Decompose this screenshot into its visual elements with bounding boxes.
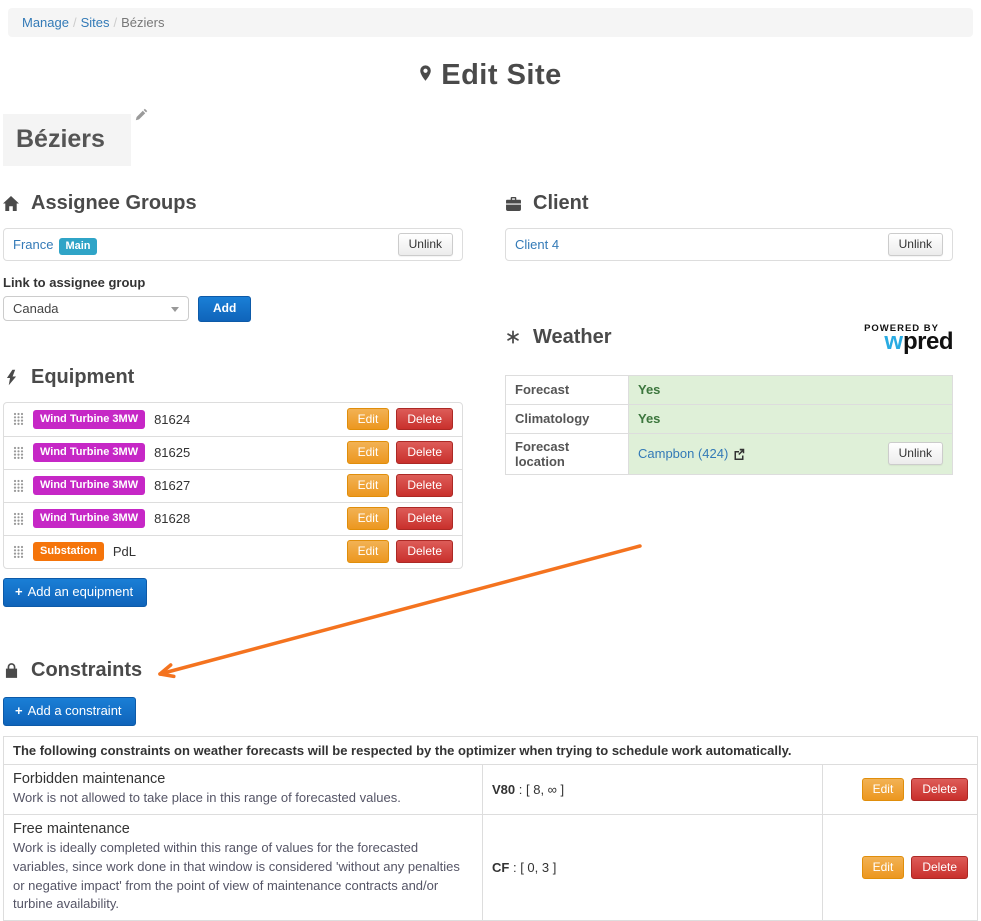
constraints-table-header-row: The following constraints on weather for… <box>4 736 978 764</box>
breadcrumb-active: Béziers <box>121 15 164 30</box>
breadcrumb: Manage/Sites/Béziers <box>8 8 973 37</box>
breadcrumb-link-sites[interactable]: Sites <box>81 15 110 30</box>
weather-row-label: Climatology <box>506 404 629 433</box>
forecast-location-link[interactable]: Campbon (424) <box>638 446 728 461</box>
add-equipment-button[interactable]: +Add an equipment <box>3 578 147 607</box>
drag-handle-icon[interactable] <box>13 479 24 493</box>
weather-row-climatology: Climatology Yes <box>506 404 953 433</box>
equipment-row: Wind Turbine 3MW 81624 Edit Delete <box>4 403 462 436</box>
assignee-group-select[interactable]: Canada <box>3 296 189 321</box>
delete-button[interactable]: Delete <box>396 540 453 563</box>
weather-table: Forecast Yes Climatology Yes Forecast lo… <box>505 375 953 475</box>
unlink-button[interactable]: Unlink <box>888 233 943 256</box>
constraint-row: Forbidden maintenance Work is not allowe… <box>4 764 978 814</box>
add-assignee-group-button[interactable]: Add <box>198 296 251 322</box>
drag-handle-icon[interactable] <box>13 446 24 460</box>
page-title: Edit Site <box>0 57 981 92</box>
constraints-table: The following constraints on weather for… <box>3 736 978 921</box>
breadcrumb-separator: / <box>73 15 77 30</box>
weather-row-value: Yes <box>638 382 660 397</box>
lock-icon <box>3 663 19 678</box>
client-link[interactable]: Client 4 <box>515 237 559 252</box>
client-item: Client 4 Unlink <box>505 228 953 261</box>
breadcrumb-link-manage[interactable]: Manage <box>22 15 69 30</box>
delete-button[interactable]: Delete <box>911 778 968 801</box>
constraint-value: V80 : [ 8, ∞ ] <box>483 764 823 814</box>
delete-button[interactable]: Delete <box>396 474 453 497</box>
section-client: Client Client 4 Unlink <box>505 192 953 261</box>
weather-row-forecast-location: Forecast location Campbon (424) Unlink <box>506 433 953 474</box>
equipment-name: 81628 <box>154 511 338 526</box>
drag-handle-icon[interactable] <box>13 412 24 426</box>
edit-button[interactable]: Edit <box>347 441 390 464</box>
constraint-description: Work is ideally completed within this ra… <box>13 839 473 914</box>
add-constraint-button[interactable]: +Add a constraint <box>3 697 136 726</box>
edit-button[interactable]: Edit <box>347 474 390 497</box>
equipment-title: Equipment <box>3 366 463 389</box>
edit-button[interactable]: Edit <box>862 778 905 801</box>
drag-handle-icon[interactable] <box>13 545 24 559</box>
equipment-type-badge: Wind Turbine 3MW <box>33 410 145 429</box>
section-assignee-groups: Assignee Groups France Main Unlink Link t… <box>3 192 463 322</box>
client-title: Client <box>505 192 953 215</box>
plus-icon: + <box>15 584 23 599</box>
equipment-type-badge: Substation <box>33 542 104 561</box>
delete-button[interactable]: Delete <box>911 856 968 879</box>
assignee-group-link[interactable]: France <box>13 237 53 252</box>
breadcrumb-separator: / <box>114 15 118 30</box>
constraint-name: Free maintenance <box>13 821 473 837</box>
main-badge: Main <box>59 238 96 255</box>
unlink-button[interactable]: Unlink <box>398 233 453 256</box>
constraint-row: Free maintenance Work is ideally complet… <box>4 814 978 920</box>
wpred-logo: POWERED BY wpred <box>864 324 953 355</box>
equipment-name: 81627 <box>154 478 338 493</box>
asterisk-icon <box>505 330 521 344</box>
constraint-description: Work is not allowed to take place in thi… <box>13 789 473 808</box>
constraint-name: Forbidden maintenance <box>13 771 473 787</box>
constraints-title: Constraints <box>3 659 981 682</box>
weather-title: Weather <box>505 326 864 349</box>
external-link-icon[interactable] <box>733 448 745 460</box>
chevron-down-icon <box>171 307 179 312</box>
delete-button[interactable]: Delete <box>396 507 453 530</box>
section-equipment: Equipment Wind Turbine 3MW 81624 Edit De… <box>3 366 463 607</box>
weather-row-label: Forecast <box>506 375 629 404</box>
weather-row-forecast: Forecast Yes <box>506 375 953 404</box>
equipment-name: PdL <box>113 544 338 559</box>
delete-button[interactable]: Delete <box>396 441 453 464</box>
link-to-assignee-group-label: Link to assignee group <box>3 275 463 290</box>
edit-button[interactable]: Edit <box>347 507 390 530</box>
edit-button[interactable]: Edit <box>347 540 390 563</box>
edit-button[interactable]: Edit <box>347 408 390 431</box>
unlink-button[interactable]: Unlink <box>888 442 943 465</box>
equipment-row: Substation PdL Edit Delete <box>4 535 462 568</box>
plus-icon: + <box>15 703 23 718</box>
flash-icon <box>3 369 19 386</box>
drag-handle-icon[interactable] <box>13 512 24 526</box>
edit-button[interactable]: Edit <box>862 856 905 879</box>
section-constraints: Constraints +Add a constraint The follow… <box>0 659 981 921</box>
equipment-list: Wind Turbine 3MW 81624 Edit Delete Wind … <box>3 402 463 569</box>
equipment-type-badge: Wind Turbine 3MW <box>33 476 145 495</box>
equipment-name: 81625 <box>154 445 338 460</box>
constraint-value: CF : [ 0, 3 ] <box>483 814 823 920</box>
equipment-type-badge: Wind Turbine 3MW <box>33 443 145 462</box>
equipment-row: Wind Turbine 3MW 81627 Edit Delete <box>4 469 462 502</box>
equipment-name: 81624 <box>154 412 338 427</box>
weather-row-label: Forecast location <box>506 433 629 474</box>
map-marker-icon <box>419 57 432 90</box>
pencil-icon[interactable] <box>135 108 148 124</box>
briefcase-icon <box>505 197 521 211</box>
section-weather: Weather POWERED BY wpred Forecast Yes Cl… <box>505 326 953 475</box>
equipment-type-badge: Wind Turbine 3MW <box>33 509 145 528</box>
weather-row-value: Yes <box>638 411 660 426</box>
site-name: Béziers <box>3 114 131 166</box>
equipment-row: Wind Turbine 3MW 81628 Edit Delete <box>4 502 462 535</box>
assignee-group-item: France Main Unlink <box>3 228 463 261</box>
home-icon <box>3 196 19 211</box>
delete-button[interactable]: Delete <box>396 408 453 431</box>
constraints-table-header: The following constraints on weather for… <box>4 736 978 764</box>
assignee-groups-title: Assignee Groups <box>3 192 463 215</box>
equipment-row: Wind Turbine 3MW 81625 Edit Delete <box>4 436 462 469</box>
